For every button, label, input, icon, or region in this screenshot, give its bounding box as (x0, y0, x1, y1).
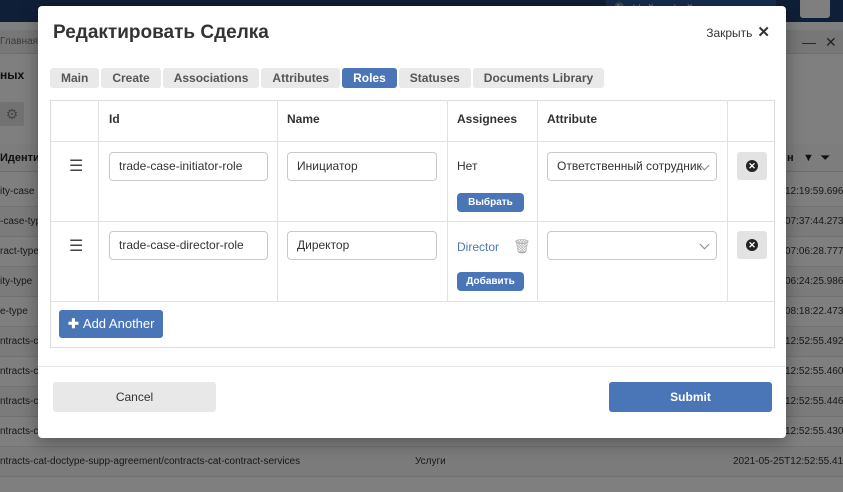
assignee-none-text: Нет (457, 159, 478, 173)
submit-button[interactable]: Submit (609, 382, 772, 412)
footer-divider (38, 366, 786, 367)
column-header-assignees: Assignees (457, 112, 518, 126)
role-name-input[interactable]: Директор (287, 231, 437, 260)
attribute-select[interactable]: Ответственный сотрудник (547, 152, 717, 181)
role-name-input[interactable]: Инициатор (287, 152, 437, 181)
trash-icon[interactable]: 🗑 (513, 238, 531, 255)
edit-deal-dialog: Редактировать Сделка Закрыть ✕ Main Crea… (38, 6, 786, 438)
add-another-button[interactable]: ✚ Add Another (59, 310, 164, 338)
column-divider (277, 101, 278, 301)
column-header-attribute: Attribute (547, 112, 597, 126)
close-icon: ✕ (757, 24, 770, 41)
attribute-selected-value: Ответственный сотрудник (557, 159, 702, 173)
remove-row-button[interactable]: ✕ (737, 231, 767, 259)
remove-row-button[interactable]: ✕ (737, 152, 767, 180)
cancel-button[interactable]: Cancel (53, 382, 216, 412)
column-divider (447, 101, 448, 301)
role-id-input[interactable]: trade-case-director-role (109, 231, 268, 260)
column-divider (727, 101, 728, 301)
select-assignee-button[interactable]: Выбрать (457, 193, 524, 212)
remove-circle-icon: ✕ (746, 239, 758, 251)
add-another-label: Add Another (82, 316, 155, 331)
add-assignee-button[interactable]: Добавить (457, 272, 524, 291)
tab-roles[interactable]: Roles (342, 68, 397, 88)
dialog-title: Редактировать Сделка (53, 22, 269, 43)
drag-handle-icon[interactable]: ☰ (69, 239, 83, 255)
dialog-tabs: Main Create Associations Attributes Role… (50, 68, 605, 88)
tab-main[interactable]: Main (50, 68, 100, 88)
row-divider (51, 141, 774, 142)
column-divider (98, 101, 99, 301)
row-divider (51, 221, 774, 222)
drag-handle-icon[interactable]: ☰ (69, 159, 83, 175)
plus-icon: ✚ (68, 316, 79, 331)
column-divider (537, 101, 538, 301)
role-id-input[interactable]: trade-case-initiator-role (109, 152, 268, 181)
close-label: Закрыть (706, 25, 753, 40)
close-button[interactable]: Закрыть ✕ (706, 25, 770, 40)
remove-circle-icon: ✕ (746, 160, 758, 172)
tab-associations[interactable]: Associations (162, 68, 260, 88)
attribute-select[interactable] (547, 231, 717, 260)
roles-table: Id Name Assignees Attribute ☰ trade-case… (50, 100, 775, 348)
chevron-down-icon (699, 239, 710, 250)
tab-documents-library[interactable]: Documents Library (472, 68, 605, 88)
row-divider (51, 301, 774, 302)
assignee-link[interactable]: Director (457, 240, 499, 254)
column-header-name: Name (287, 112, 320, 126)
tab-create[interactable]: Create (101, 68, 161, 88)
column-header-id: Id (109, 112, 120, 126)
tab-statuses[interactable]: Statuses (398, 68, 471, 88)
tab-attributes[interactable]: Attributes (261, 68, 341, 88)
